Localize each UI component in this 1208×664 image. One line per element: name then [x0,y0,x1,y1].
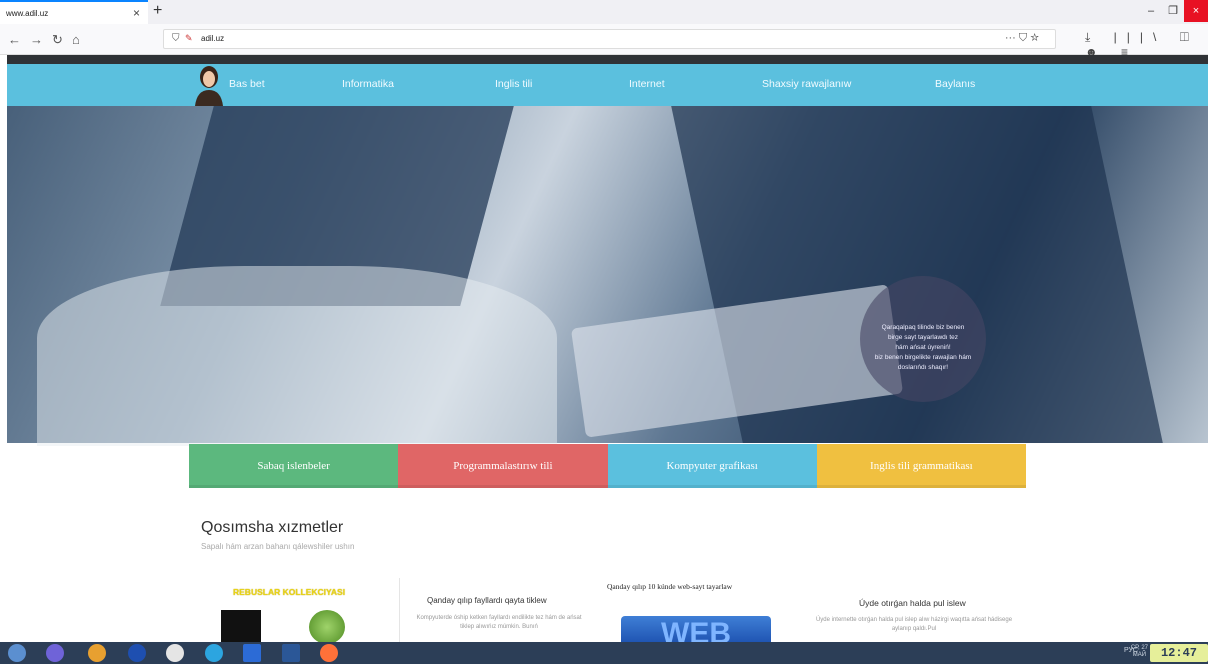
restore-icon[interactable]: ❐ [1162,0,1184,22]
divider [399,578,400,642]
reload-icon[interactable]: ↻ [52,32,63,48]
main-nav: Bas bet Informatika Inglis tili Internet… [7,64,1208,106]
download-icon[interactable]: ⤓ [1085,30,1100,44]
app-icon[interactable] [46,644,64,662]
card-title: Qanday qılıp 10 kúnde web-sayt tayarlaw [607,582,733,591]
browser-tab[interactable]: www.adil.uz × [0,0,148,24]
hero-caption-line: doslarıńdı shaqır! [897,364,949,371]
hero-caption-line: birge sayt tayarlawdı tez [887,334,959,341]
hero-banner: Qaraqalpaq tilinde biz benen birge sayt … [7,106,1208,446]
website: Bas bet Informatika Inglis tili Internet… [7,55,1208,642]
new-tab-button[interactable]: + [153,2,162,20]
tile-programming[interactable]: Programmalastırıw tili [398,444,608,488]
tile-lessons[interactable]: Sabaq islenbeler [189,444,399,488]
cabbage-image [309,610,345,642]
start-icon[interactable] [8,644,26,662]
card-title: Úyde otırǵan halda pul islew [859,598,966,608]
app-icon[interactable] [128,644,146,662]
page-actions-icons[interactable]: ··· ⛉ ☆ [1005,32,1039,45]
nav-item-internet[interactable]: Internet [629,78,665,90]
nav-item-personal-development[interactable]: Shaxsiy rawajlanıw [762,78,851,90]
firefox-icon[interactable] [320,644,338,662]
services-subtitle: Sapalı hám arzan bahanı qálewshiler ushı… [201,542,355,551]
card-text: Úyde internette otırǵan halda pul islep … [815,617,1013,632]
top-strip [7,55,1208,64]
tile-english-grammar[interactable]: Inglis tili grammatikası [816,444,1026,488]
window-controls: – ❐ × [1140,0,1208,22]
back-icon[interactable]: ← [8,32,21,47]
hero-caption: Qaraqalpaq tilinde biz benen birge sayt … [860,276,986,402]
tray-clock[interactable]: 12:47 [1150,644,1208,662]
services-section: Qosımsha xızmetler Sapalı hám arzan baha… [189,488,1026,642]
date-day: СР, 27 [1130,645,1148,651]
minimize-icon[interactable]: – [1140,0,1162,22]
avatar [195,66,223,106]
tray-date: СР, 27 МАЙ [1131,645,1148,659]
services-title: Qosımsha xızmetler [201,519,344,536]
card-title: REBUSLAR KOLLEKCIYASI [233,587,346,597]
nav-item-home[interactable]: Bas bet [229,78,265,90]
url-text[interactable]: adil.uz [201,34,224,43]
nav-item-contact[interactable]: Baylanıs [935,78,975,90]
date-month: МАЙ [1132,652,1147,658]
close-window-icon[interactable]: × [1184,0,1208,22]
navigation-toolbar: ← → ↻ ⌂ ⛉ ✎ adil.uz ··· ⛉ ☆ ⤓ |||\ ◫ ☻ ≡ [0,24,1208,59]
category-tiles: Sabaq islenbeler Programmalastırıw tili … [189,444,1026,488]
word-icon[interactable] [282,644,300,662]
hero-image-shape [37,266,557,446]
save-icon[interactable] [243,644,261,662]
forward-icon[interactable]: → [30,32,43,47]
card-text: Kompyuterde óship ketken fayllardı endil… [416,615,582,630]
address-bar[interactable]: ⛉ ✎ adil.uz ··· ⛉ ☆ [163,29,1056,49]
sidebar-icon[interactable]: ◫ [1180,30,1199,44]
home-icon[interactable]: ⌂ [72,32,80,47]
tile-graphics[interactable]: Kompyuter grafikası [607,444,817,488]
site-icon: ✎ [185,33,193,43]
monitor-image [221,610,261,642]
telegram-icon[interactable] [205,644,223,662]
hero-caption-line: biz benen birgelikte rawajlan hám [874,354,972,361]
chrome-icon[interactable] [88,644,106,662]
tab-bar: www.adil.uz × + – ❐ × [0,0,1208,24]
card-title: Qanday qılıp fayllardı qayta tiklew [427,596,547,605]
tab-title: www.adil.uz [6,9,49,18]
nav-item-informatika[interactable]: Informatika [342,78,394,90]
web-logo: WEB [621,616,771,642]
shield-icon: ⛉ [172,33,180,44]
yandex-icon[interactable] [166,644,184,662]
close-tab-icon[interactable]: × [133,6,140,20]
nav-item-english[interactable]: Inglis tili [495,78,532,90]
hero-caption-line: hám ańsat úyreniń! [895,344,951,351]
hero-caption-line: Qaraqalpaq tilinde biz benen [881,324,965,331]
browser-chrome: www.adil.uz × + – ❐ × ← → ↻ ⌂ ⛉ ✎ adil.u… [0,0,1208,59]
library-icon[interactable]: |||\ [1114,30,1167,44]
service-card-rebus[interactable]: REBUSLAR KOLLEKCIYASI [189,578,399,642]
taskbar: РУС СР, 27 МАЙ 12:47 [0,642,1208,664]
